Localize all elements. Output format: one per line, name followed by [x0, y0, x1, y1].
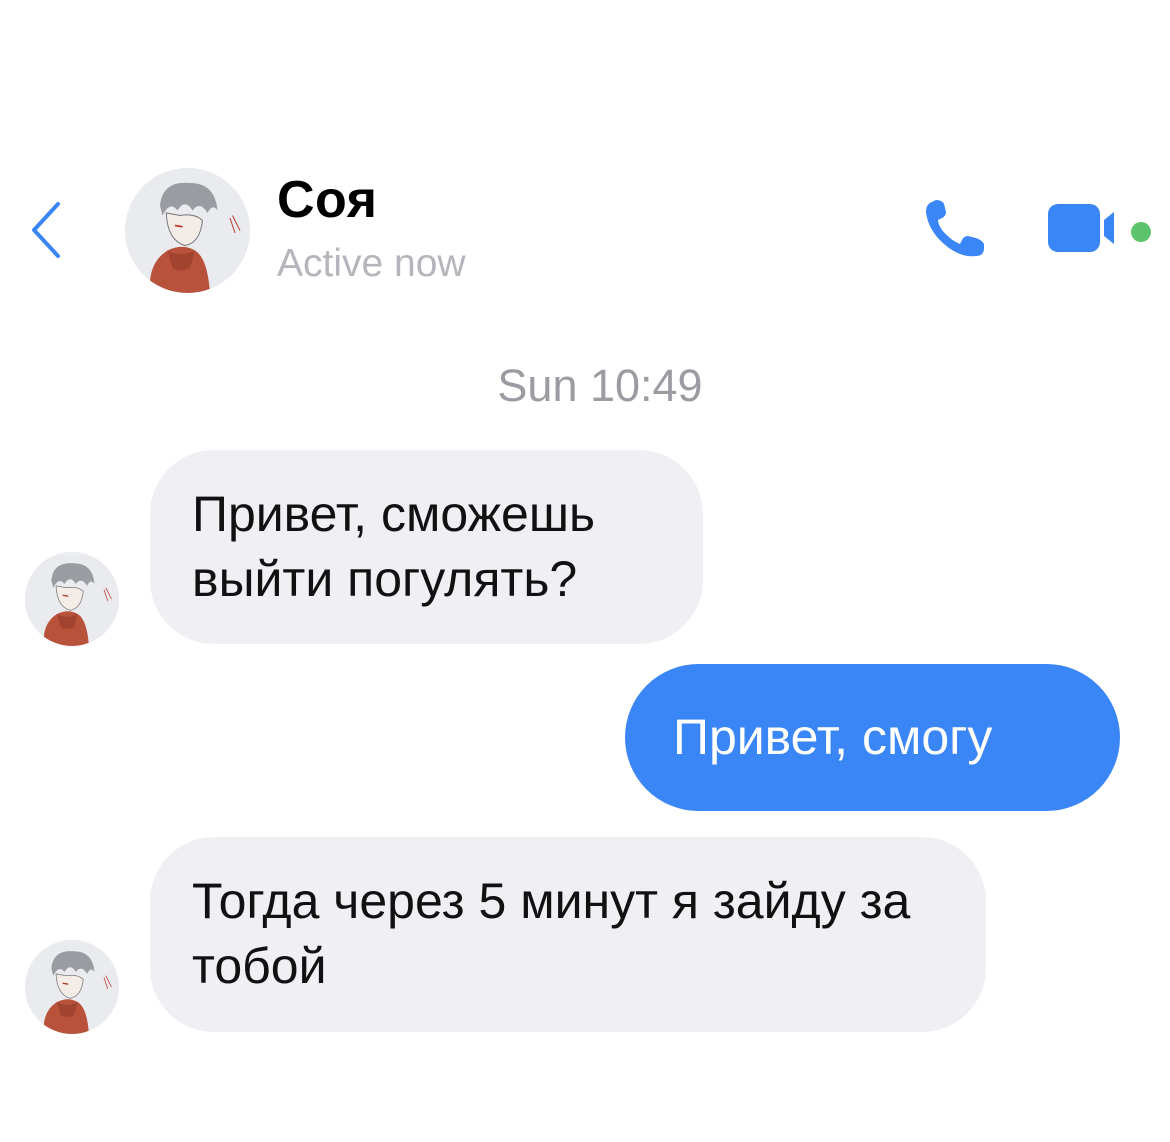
- contact-name[interactable]: Соя: [277, 170, 377, 230]
- contact-status: Active now: [277, 242, 466, 285]
- message-timestamp: Sun 10:49: [497, 360, 703, 411]
- video-call-button[interactable]: [1044, 202, 1132, 254]
- back-button[interactable]: [22, 196, 74, 264]
- call-button[interactable]: [918, 196, 990, 262]
- outgoing-message-bubble[interactable]: Привет, смогу: [625, 664, 1120, 811]
- phone-icon: [926, 200, 984, 257]
- sender-avatar[interactable]: [25, 552, 119, 646]
- chat-header: Соя Active now: [0, 0, 1170, 330]
- incoming-message-bubble[interactable]: Привет, сможешь выйти погулять?: [150, 450, 703, 644]
- chevron-left-icon: [32, 202, 60, 258]
- incoming-message-bubble[interactable]: Тогда через 5 минут я зайду за тобой: [150, 837, 986, 1032]
- sender-avatar[interactable]: [25, 940, 119, 1034]
- contact-avatar[interactable]: [125, 168, 250, 293]
- online-status-dot: [1131, 222, 1151, 242]
- video-camera-icon: [1048, 204, 1114, 252]
